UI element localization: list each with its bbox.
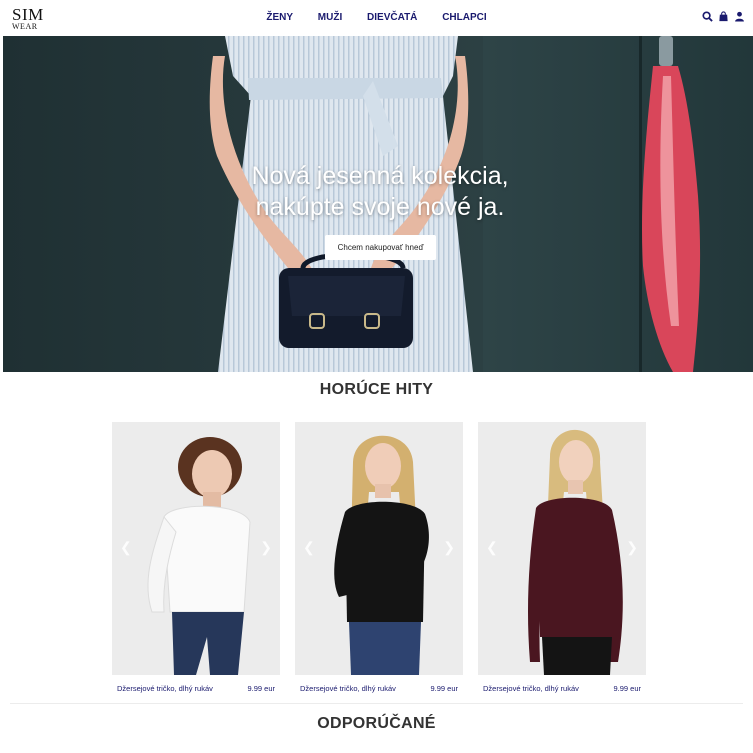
carousel-next-icon[interactable]: ❯ [443,540,455,554]
nav-item-zeny[interactable]: ŽENY [266,12,293,23]
product-caption: Džersejové tričko, dlhý rukáv 9.99 eur [117,684,275,693]
product-name[interactable]: Džersejové tričko, dlhý rukáv [300,684,396,693]
search-icon[interactable] [702,11,713,22]
product-photo-2 [295,422,463,675]
product-price: 9.99 eur [247,684,275,693]
section-divider [10,703,743,704]
product-photo-1 [112,422,280,675]
hero-banner: Nová jesenná kolekcia, nakúpte svoje nov… [3,36,753,372]
carousel-prev-icon[interactable]: ❮ [120,540,132,554]
carousel-prev-icon[interactable]: ❮ [486,540,498,554]
product-caption: Džersejové tričko, dlhý rukáv 9.99 eur [300,684,458,693]
carousel-next-icon[interactable]: ❯ [626,540,638,554]
carousel-prev-icon[interactable]: ❮ [303,540,315,554]
nav-item-chlapci[interactable]: CHLAPCI [442,12,486,23]
hot-hits-title: HORÚCE HITY [319,381,434,398]
nav-item-dievcata[interactable]: DIEVČATÁ [367,12,417,23]
product-name[interactable]: Džersejové tričko, dlhý rukáv [483,684,579,693]
user-icon[interactable] [734,11,745,22]
product-image[interactable]: ❮ ❯ [295,422,463,675]
logo-text-sub: WEAR [12,22,38,31]
hero-title-line1: Nová jesenná kolekcia, [251,162,509,190]
hero-title-line2: nakúpte svoje nové ja. [255,193,505,221]
nav-item-muzi[interactable]: MUŽI [318,12,342,23]
product-card[interactable]: ❮ ❯ Džersejové tričko, dlhý rukáv 9.99 e… [478,422,646,698]
shop-now-button[interactable]: Chcem nakupovať hneď [325,235,436,260]
product-caption: Džersejové tričko, dlhý rukáv 9.99 eur [483,684,641,693]
main-nav: ŽENY MUŽI DIEVČATÁ CHLAPCI [0,12,753,23]
shopping-bag-icon[interactable] [718,11,729,22]
product-card[interactable]: ❮ ❯ Džersejové tričko, dlhý rukáv 9.99 e… [112,422,280,698]
site-header: SIM WEAR ŽENY MUŽI DIEVČATÁ CHLAPCI [0,0,753,36]
product-price: 9.99 eur [430,684,458,693]
carousel-next-icon[interactable]: ❯ [260,540,272,554]
product-name[interactable]: Džersejové tričko, dlhý rukáv [117,684,213,693]
product-image[interactable]: ❮ ❯ [478,422,646,675]
product-image[interactable]: ❮ ❯ [112,422,280,675]
product-price: 9.99 eur [613,684,641,693]
header-icons [702,11,745,22]
product-photo-3 [478,422,646,675]
recommended-title: ODPORÚČANÉ [317,715,436,732]
product-card[interactable]: ❮ ❯ Džersejové tričko, dlhý rukáv 9.99 e… [295,422,463,698]
hero-title: Nová jesenná kolekcia, nakúpte svoje nov… [203,161,557,223]
